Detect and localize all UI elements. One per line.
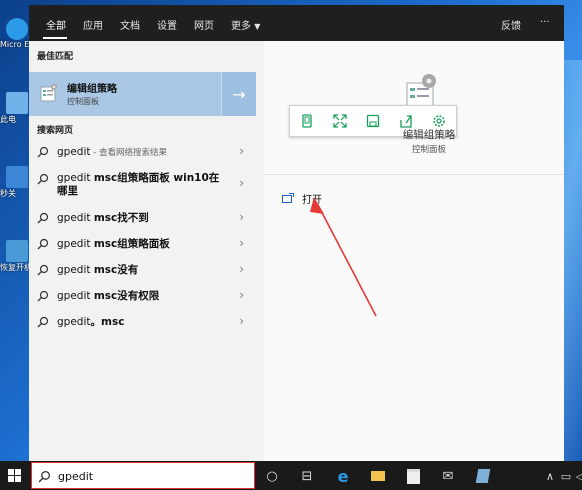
query-text: gpedit xyxy=(57,238,94,250)
desktop-icon-this-pc[interactable]: 此电 xyxy=(0,92,30,125)
feedback-button[interactable]: 反馈 xyxy=(501,17,521,32)
desktop-icon-label: 秒关 xyxy=(0,189,16,198)
desktop-icon-label: 此电 xyxy=(0,115,16,124)
query-text: gpedit xyxy=(57,316,91,328)
tab-more-label: 更多 xyxy=(231,21,251,32)
detail-panel: 编辑组策略 控制面板 打开 xyxy=(264,41,564,461)
chevron-right-icon: › xyxy=(239,288,244,302)
web-result-row[interactable]: gpedit msc组策略面板 win10在哪里 › xyxy=(29,168,256,200)
suggestion-text: msc没有 xyxy=(93,264,139,276)
chevron-right-icon: › xyxy=(239,144,244,158)
restore-icon xyxy=(6,240,28,262)
query-text: gpedit xyxy=(57,172,94,184)
query-text: gpedit xyxy=(57,264,94,276)
group-policy-taskbar-icon[interactable] xyxy=(473,466,493,486)
pin-to-start-icon[interactable] xyxy=(298,112,316,130)
search-input[interactable] xyxy=(58,467,238,485)
search-icon xyxy=(37,146,49,158)
web-result-text: gpedit - 查看网络搜索结果 xyxy=(57,146,227,160)
file-explorer-icon[interactable] xyxy=(368,466,388,486)
best-match-heading: 最佳匹配 xyxy=(37,52,74,62)
web-result-row[interactable]: gpedit。msc › xyxy=(29,311,256,333)
tab-settings[interactable]: 设置 xyxy=(157,17,177,32)
web-result-text: gpedit msc没有权限 xyxy=(57,290,227,303)
task-view-icon[interactable]: ⊟ xyxy=(297,466,317,486)
desktop-icon-label: Micro Edg xyxy=(0,40,40,49)
edge-icon[interactable]: e xyxy=(333,466,353,486)
best-match-title: 编辑组策略 xyxy=(67,84,117,95)
volume-icon[interactable]: ◁ xyxy=(570,466,582,486)
query-text: gpedit xyxy=(57,290,94,302)
mail-icon[interactable]: ✉ xyxy=(438,466,458,486)
tab-apps[interactable]: 应用 xyxy=(83,17,103,32)
detail-app-subtitle: 控制面板 xyxy=(411,145,446,155)
web-result-text: gpedit msc组策略面板 win10在哪里 xyxy=(57,172,227,198)
desktop-icon-app[interactable]: 秒关 xyxy=(0,166,30,199)
search-icon xyxy=(37,212,49,224)
divider xyxy=(264,174,564,175)
open-action[interactable]: 打开 xyxy=(302,191,322,206)
suggestion-text: 。msc xyxy=(90,316,125,328)
web-result-row[interactable]: gpedit msc没有 › xyxy=(29,259,256,281)
best-match-subtitle: 控制面板 xyxy=(67,97,99,106)
web-result-hint: - 查看网络搜索结果 xyxy=(90,148,167,158)
web-result-row[interactable]: gpedit msc组策略面板 › xyxy=(29,233,256,255)
detail-app-title: 编辑组策略 xyxy=(402,129,456,141)
web-result-row[interactable]: gpedit msc找不到 › xyxy=(29,207,256,229)
query-text: gpedit xyxy=(57,212,94,224)
chevron-right-icon: › xyxy=(239,236,244,250)
edge-icon xyxy=(6,18,28,40)
desktop-icon-edge[interactable]: Micro Edg xyxy=(0,18,40,49)
store-icon[interactable] xyxy=(403,466,423,486)
chevron-right-icon: › xyxy=(239,262,244,276)
search-scope-bar: 全部 应用 文档 设置 网页 更多 ▼ 反馈 ··· xyxy=(29,5,564,41)
web-result-text: gpedit msc组策略面板 xyxy=(57,238,227,251)
web-result-row[interactable]: gpedit - 查看网络搜索结果 › xyxy=(29,141,256,163)
tab-more[interactable]: 更多 ▼ xyxy=(231,17,260,32)
tab-documents[interactable]: 文档 xyxy=(120,17,140,32)
web-result-text: gpedit msc找不到 xyxy=(57,212,227,225)
search-icon xyxy=(38,470,51,483)
cortana-icon[interactable]: ○ xyxy=(262,466,282,486)
chevron-right-icon: › xyxy=(239,210,244,224)
arrow-right-icon: → xyxy=(232,84,246,104)
search-icon xyxy=(37,238,49,250)
tab-all[interactable]: 全部 xyxy=(46,17,66,32)
tab-web[interactable]: 网页 xyxy=(194,17,214,32)
query-text: gpedit xyxy=(57,146,91,158)
chevron-right-icon: › xyxy=(239,176,244,190)
start-search-menu: 全部 应用 文档 设置 网页 更多 ▼ 反馈 ··· 最佳匹配 编辑组策略 控制… xyxy=(29,5,564,461)
more-options-button[interactable]: ··· xyxy=(540,17,550,28)
chevron-right-icon: › xyxy=(239,314,244,328)
best-match-expand-button[interactable]: → xyxy=(221,72,256,116)
group-policy-icon xyxy=(40,83,58,102)
computer-icon xyxy=(6,92,28,114)
suggestion-text: msc没有权限 xyxy=(93,290,160,302)
web-result-text: gpedit。msc xyxy=(57,316,227,329)
web-result-text: gpedit msc没有 xyxy=(57,264,227,277)
detail-pane: 编辑组策略 控制面板 打开 xyxy=(256,41,564,461)
search-icon xyxy=(37,264,49,276)
search-icon xyxy=(37,316,49,328)
suggestion-text: msc组策略面板 xyxy=(93,238,170,250)
web-result-row[interactable]: gpedit msc没有权限 › xyxy=(29,285,256,307)
expand-icon[interactable] xyxy=(331,112,349,130)
desktop-icon-restore[interactable]: 恢复开机 xyxy=(0,240,32,273)
results-list: 最佳匹配 编辑组策略 控制面板 → 搜索网页 gpedit - 查看网络搜索结果… xyxy=(29,41,256,461)
search-icon xyxy=(37,290,49,302)
active-tab-indicator xyxy=(43,37,67,39)
suggestion-text: msc找不到 xyxy=(93,212,149,224)
desktop-icon-label: 恢复开机 xyxy=(0,263,32,272)
search-icon xyxy=(37,173,49,185)
windows-start-icon[interactable] xyxy=(8,469,21,482)
taskbar-search-box[interactable] xyxy=(31,462,255,489)
web-search-heading: 搜索网页 xyxy=(37,126,74,136)
chevron-down-icon: ▼ xyxy=(254,22,261,31)
app-icon xyxy=(6,166,28,188)
open-icon xyxy=(282,193,294,203)
best-match-result[interactable]: 编辑组策略 控制面板 → xyxy=(29,72,256,116)
